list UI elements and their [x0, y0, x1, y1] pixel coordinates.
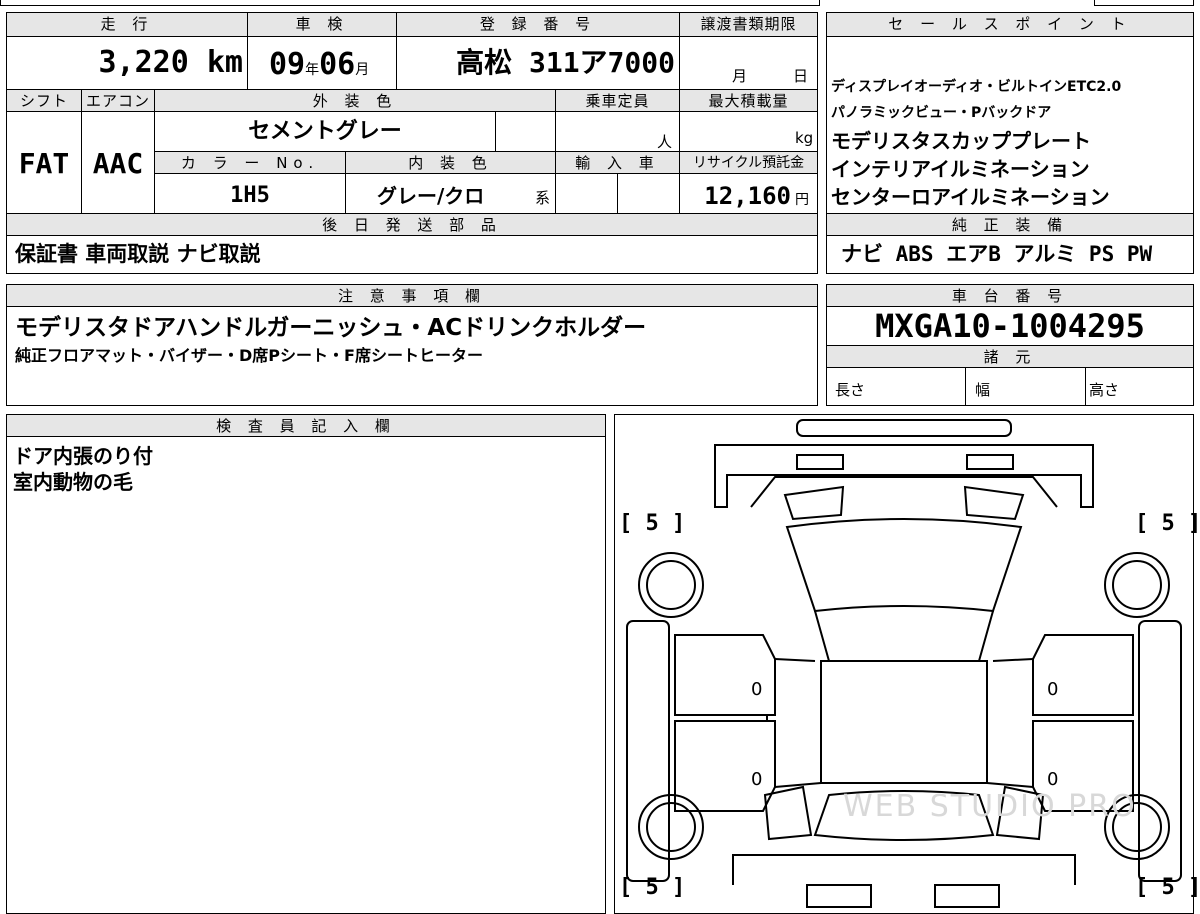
capacity-header: 乗車定員 — [556, 90, 679, 112]
capacity-unit: 人 — [657, 133, 673, 151]
max-load-unit: kg — [795, 129, 814, 147]
vehicle-info-table: 走 行 車 検 登 録 番 号 譲渡書類期限 3,220 km 09年06月 高… — [6, 12, 818, 274]
sales-point-line-4: インテリアイルミネーション — [831, 157, 1090, 181]
sales-point-line-1: ディスプレイオーディオ・ビルトインETC2.0 — [831, 79, 1122, 95]
interior-color-header: 内 装 色 — [346, 152, 555, 174]
recycle-deposit-header: リサイクル預託金 — [680, 152, 817, 174]
equipment-header: 純 正 装 備 — [827, 214, 1193, 236]
interior-color-value: グレー/クロ — [377, 184, 485, 208]
aircon-value: AAC — [92, 147, 144, 180]
notes-panel: 注 意 事 項 欄 モデリスタドアハンドルガーニッシュ・ACドリンクホルダー 純… — [6, 284, 818, 406]
month-unit: 月 — [355, 62, 370, 78]
inspector-header: 検 査 員 記 入 欄 — [7, 415, 605, 437]
tire-mark-front-right: [ 5 ] — [1135, 511, 1200, 536]
interior-suffix: 系 — [535, 189, 551, 207]
year-unit: 年 — [305, 62, 320, 78]
inspector-line-1: ドア内張のり付 — [13, 444, 153, 468]
later-parts-value: 保証書 車両取説 ナビ取説 — [15, 242, 261, 266]
inspection-header: 車 検 — [248, 13, 396, 37]
import-header: 輸 入 車 — [556, 152, 679, 174]
cut-off-strip-left — [0, 0, 820, 6]
inspection-month: 06 — [319, 47, 356, 82]
door-mark-front-right: 0 — [1047, 679, 1059, 700]
registration-value: 高松 311ア7000 — [456, 46, 675, 79]
sales-points-header: セ ー ル ス ポ イ ン ト — [827, 13, 1193, 37]
exterior-color-header: 外 装 色 — [155, 90, 555, 112]
max-load-header: 最大積載量 — [680, 90, 817, 112]
sales-point-line-2: パノラミックビュー・Pバックドア — [831, 105, 1052, 121]
sales-point-line-3: モデリスタスカッププレート — [831, 129, 1091, 153]
transfer-deadline-header: 譲渡書類期限 — [680, 13, 817, 37]
tire-mark-rear-right: [ 5 ] — [1135, 875, 1200, 900]
inspection-year: 09 — [269, 47, 306, 82]
sales-point-line-5: センターロアイルミネーション — [831, 185, 1110, 209]
door-mark-front-left: 0 — [751, 679, 763, 700]
chassis-panel: 車 台 番 号 MXGA10-1004295 諸 元 長さ 幅 高さ — [826, 284, 1194, 406]
tire-mark-rear-left: [ 5 ] — [619, 875, 686, 900]
transfer-day-unit: 日 — [793, 67, 809, 85]
notes-header: 注 意 事 項 欄 — [7, 285, 817, 307]
spec-header: 諸 元 — [827, 346, 1193, 368]
inspection-date: 09年06月 — [269, 43, 369, 92]
length-label: 長さ — [835, 381, 866, 399]
mileage-header: 走 行 — [7, 13, 247, 37]
inspector-panel: 検 査 員 記 入 欄 ドア内張のり付 室内動物の毛 — [6, 414, 606, 914]
registration-header: 登 録 番 号 — [397, 13, 679, 37]
width-label: 幅 — [975, 381, 991, 399]
car-body-diagram — [626, 419, 1182, 908]
exterior-color-value: セメントグレー — [248, 119, 402, 144]
notes-line-1: モデリスタドアハンドルガーニッシュ・ACドリンクホルダー — [15, 315, 647, 341]
watermark: WEB STUDIO PRO — [843, 789, 1137, 824]
later-parts-header: 後 日 発 送 部 品 — [7, 214, 817, 236]
door-mark-rear-left: 0 — [751, 769, 763, 790]
notes-line-2: 純正フロアマット・バイザー・D席Pシート・F席シートヒーター — [15, 346, 483, 365]
cut-off-strip-right — [1094, 0, 1194, 6]
recycle-deposit-value: 12,160 — [704, 182, 791, 210]
chassis-number: MXGA10-1004295 — [875, 307, 1145, 345]
equipment-value: ナビ ABS エアB アルミ PS PW — [841, 242, 1153, 266]
aircon-header: エアコン — [82, 90, 154, 112]
shift-value: FAT — [18, 147, 70, 180]
height-label: 高さ — [1089, 381, 1120, 399]
recycle-unit: 円 — [795, 192, 809, 208]
door-mark-rear-right: 0 — [1047, 769, 1059, 790]
chassis-header: 車 台 番 号 — [827, 285, 1193, 307]
color-no-value: 1H5 — [230, 183, 270, 208]
car-diagram-panel: [ 5 ] [ 5 ] [ 5 ] [ 5 ] 0 0 0 0 WEB STUD… — [614, 414, 1200, 914]
transfer-month-unit: 月 — [732, 67, 748, 85]
color-no-header: カ ラ ー No. — [155, 152, 345, 174]
inspector-line-2: 室内動物の毛 — [13, 470, 133, 494]
mileage-value: 3,220 km — [98, 45, 244, 80]
shift-header: シフト — [7, 90, 81, 112]
tire-mark-front-left: [ 5 ] — [619, 511, 686, 536]
sales-points-panel: セ ー ル ス ポ イ ン ト ディスプレイオーディオ・ビルトインETC2.0 … — [826, 12, 1194, 274]
